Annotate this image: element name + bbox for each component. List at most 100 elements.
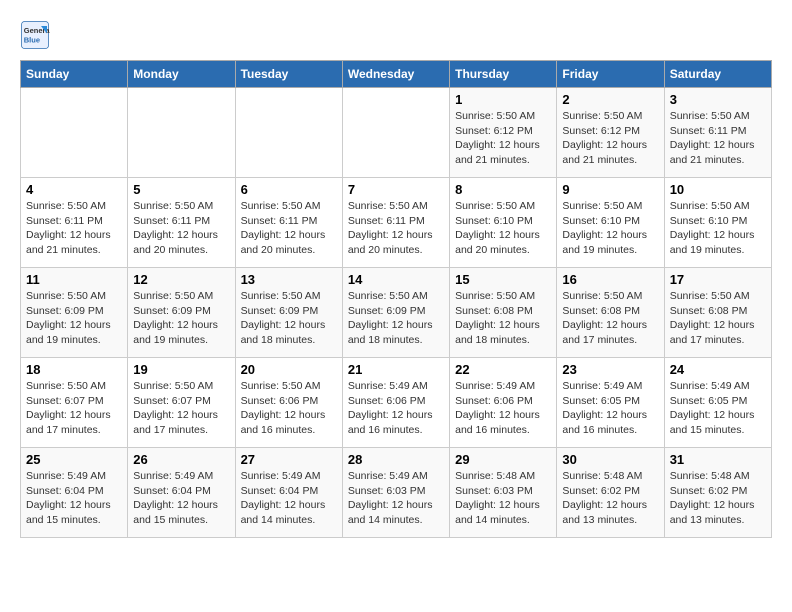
day-info: Sunrise: 5:50 AMSunset: 6:11 PMDaylight:… [670,109,766,168]
day-info: Sunrise: 5:49 AMSunset: 6:06 PMDaylight:… [455,379,551,438]
day-number: 21 [348,362,444,377]
day-number: 19 [133,362,229,377]
week-row-3: 11 Sunrise: 5:50 AMSunset: 6:09 PMDayligh… [21,268,772,358]
day-header-monday: Monday [128,61,235,88]
calendar-cell [342,88,449,178]
day-info: Sunrise: 5:50 AMSunset: 6:08 PMDaylight:… [670,289,766,348]
week-row-5: 25Sunrise: 5:49 AMSunset: 6:04 PMDayligh… [21,448,772,538]
day-info: Sunrise: 5:50 AMSunset: 6:10 PMDaylight:… [455,199,551,258]
calendar-cell: 16 Sunrise: 5:50 AMSunset: 6:08 PMDayligh… [557,268,664,358]
day-number: 18 [26,362,122,377]
day-number: 12 [133,272,229,287]
day-info: Sunrise: 5:50 AMSunset: 6:10 PMDaylight:… [670,199,766,258]
day-number: 16 [562,272,658,287]
day-info: Sunrise: 5:49 AMSunset: 6:05 PMDaylight:… [670,379,766,438]
day-info: Sunrise: 5:48 AMSunset: 6:02 PMDaylight:… [562,469,658,528]
logo-icon: General Blue [20,20,50,50]
calendar-cell: 13Sunrise: 5:50 AMSunset: 6:09 PMDayligh… [235,268,342,358]
day-number: 10 [670,182,766,197]
calendar-cell: 14 Sunrise: 5:50 AMSunset: 6:09 PMDayligh… [342,268,449,358]
day-header-tuesday: Tuesday [235,61,342,88]
day-header-sunday: Sunday [21,61,128,88]
calendar-cell: 1 Sunrise: 5:50 AMSunset: 6:12 PMDaylight… [450,88,557,178]
calendar-cell: 25Sunrise: 5:49 AMSunset: 6:04 PMDayligh… [21,448,128,538]
calendar-cell [21,88,128,178]
calendar-cell: 6 Sunrise: 5:50 AMSunset: 6:11 PMDaylight… [235,178,342,268]
day-number: 28 [348,452,444,467]
calendar-cell: 23Sunrise: 5:49 AMSunset: 6:05 PMDayligh… [557,358,664,448]
week-row-2: 4Sunrise: 5:50 AMSunset: 6:11 PMDaylight… [21,178,772,268]
calendar-cell: 7 Sunrise: 5:50 AMSunset: 6:11 PMDaylight… [342,178,449,268]
day-number: 6 [241,182,337,197]
calendar-cell: 8Sunrise: 5:50 AMSunset: 6:10 PMDaylight… [450,178,557,268]
calendar-cell: 10 Sunrise: 5:50 AMSunset: 6:10 PMDayligh… [664,178,771,268]
day-info: Sunrise: 5:50 AMSunset: 6:09 PMDaylight:… [241,289,337,348]
day-info: Sunrise: 5:50 AMSunset: 6:09 PMDaylight:… [26,289,122,348]
calendar-cell [235,88,342,178]
calendar-cell [128,88,235,178]
day-number: 5 [133,182,229,197]
calendar-cell: 22 Sunrise: 5:49 AMSunset: 6:06 PMDayligh… [450,358,557,448]
day-info: Sunrise: 5:49 AMSunset: 6:04 PMDaylight:… [133,469,229,528]
day-number: 27 [241,452,337,467]
day-info: Sunrise: 5:50 AMSunset: 6:07 PMDaylight:… [133,379,229,438]
day-number: 30 [562,452,658,467]
calendar-table: SundayMondayTuesdayWednesdayThursdayFrid… [20,60,772,538]
week-row-4: 18 Sunrise: 5:50 AMSunset: 6:07 PMDayligh… [21,358,772,448]
calendar-cell: 30 Sunrise: 5:48 AMSunset: 6:02 PMDayligh… [557,448,664,538]
day-number: 22 [455,362,551,377]
calendar-cell: 18 Sunrise: 5:50 AMSunset: 6:07 PMDayligh… [21,358,128,448]
day-info: Sunrise: 5:50 AMSunset: 6:11 PMDaylight:… [348,199,444,258]
day-header-wednesday: Wednesday [342,61,449,88]
day-info: Sunrise: 5:50 AMSunset: 6:11 PMDaylight:… [133,199,229,258]
day-info: Sunrise: 5:50 AMSunset: 6:09 PMDaylight:… [348,289,444,348]
day-header-friday: Friday [557,61,664,88]
day-number: 23 [562,362,658,377]
calendar-cell: 28Sunrise: 5:49 AMSunset: 6:03 PMDayligh… [342,448,449,538]
calendar-cell: 29 Sunrise: 5:48 AMSunset: 6:03 PMDayligh… [450,448,557,538]
calendar-cell: 31 Sunrise: 5:48 AMSunset: 6:02 PMDayligh… [664,448,771,538]
day-number: 17 [670,272,766,287]
calendar-cell: 12 Sunrise: 5:50 AMSunset: 6:09 PMDayligh… [128,268,235,358]
day-info: Sunrise: 5:50 AMSunset: 6:08 PMDaylight:… [562,289,658,348]
calendar-cell: 21Sunrise: 5:49 AMSunset: 6:06 PMDayligh… [342,358,449,448]
day-number: 7 [348,182,444,197]
day-info: Sunrise: 5:50 AMSunset: 6:06 PMDaylight:… [241,379,337,438]
day-number: 29 [455,452,551,467]
calendar-cell: 9 Sunrise: 5:50 AMSunset: 6:10 PMDaylight… [557,178,664,268]
calendar-cell: 5 Sunrise: 5:50 AMSunset: 6:11 PMDaylight… [128,178,235,268]
day-number: 9 [562,182,658,197]
day-info: Sunrise: 5:50 AMSunset: 6:08 PMDaylight:… [455,289,551,348]
day-info: Sunrise: 5:50 AMSunset: 6:10 PMDaylight:… [562,199,658,258]
day-header-thursday: Thursday [450,61,557,88]
calendar-cell: 3 Sunrise: 5:50 AMSunset: 6:11 PMDaylight… [664,88,771,178]
day-info: Sunrise: 5:49 AMSunset: 6:04 PMDaylight:… [241,469,337,528]
day-info: Sunrise: 5:50 AMSunset: 6:11 PMDaylight:… [241,199,337,258]
calendar-cell: 15 Sunrise: 5:50 AMSunset: 6:08 PMDayligh… [450,268,557,358]
svg-text:Blue: Blue [24,36,40,45]
day-number: 1 [455,92,551,107]
calendar-cell: 27 Sunrise: 5:49 AMSunset: 6:04 PMDayligh… [235,448,342,538]
day-header-saturday: Saturday [664,61,771,88]
calendar-cell: 2Sunrise: 5:50 AMSunset: 6:12 PMDaylight… [557,88,664,178]
day-number: 14 [348,272,444,287]
day-number: 31 [670,452,766,467]
day-info: Sunrise: 5:50 AMSunset: 6:09 PMDaylight:… [133,289,229,348]
day-info: Sunrise: 5:49 AMSunset: 6:04 PMDaylight:… [26,469,122,528]
day-info: Sunrise: 5:48 AMSunset: 6:03 PMDaylight:… [455,469,551,528]
day-info: Sunrise: 5:50 AMSunset: 6:11 PMDaylight:… [26,199,122,258]
day-number: 26 [133,452,229,467]
day-info: Sunrise: 5:50 AMSunset: 6:07 PMDaylight:… [26,379,122,438]
calendar-cell: 11 Sunrise: 5:50 AMSunset: 6:09 PMDayligh… [21,268,128,358]
day-number: 11 [26,272,122,287]
day-info: Sunrise: 5:48 AMSunset: 6:02 PMDaylight:… [670,469,766,528]
logo: General Blue [20,20,54,50]
day-number: 3 [670,92,766,107]
calendar-cell: 19 Sunrise: 5:50 AMSunset: 6:07 PMDayligh… [128,358,235,448]
day-number: 15 [455,272,551,287]
calendar-cell: 17 Sunrise: 5:50 AMSunset: 6:08 PMDayligh… [664,268,771,358]
day-info: Sunrise: 5:50 AMSunset: 6:12 PMDaylight:… [455,109,551,168]
calendar-cell: 4Sunrise: 5:50 AMSunset: 6:11 PMDaylight… [21,178,128,268]
header: General Blue [20,20,772,50]
day-number: 20 [241,362,337,377]
